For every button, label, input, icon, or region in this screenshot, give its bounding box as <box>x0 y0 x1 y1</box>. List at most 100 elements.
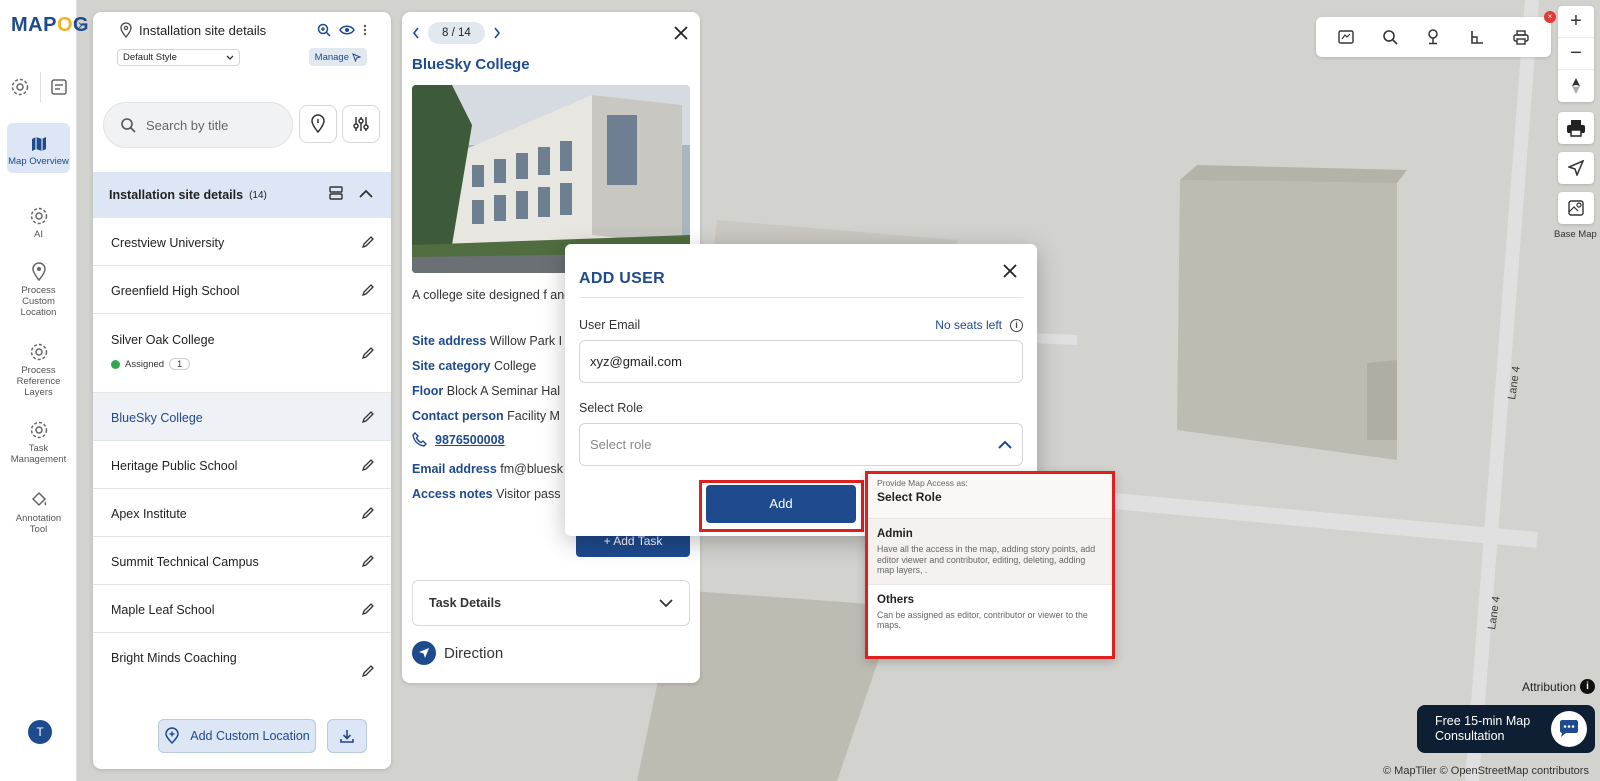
field-access-notes: Access notes Visitor pass <box>412 487 561 501</box>
list-item[interactable]: Summit Technical Campus <box>93 537 391 585</box>
user-email-label: User Email <box>579 318 641 332</box>
role-dropdown: Provide Map Access as: Select Role Admin… <box>865 471 1115 659</box>
list-item-selected[interactable]: BlueSky College <box>93 393 391 441</box>
manage-button[interactable]: Manage <box>308 48 367 66</box>
pin-icon[interactable] <box>1426 29 1440 45</box>
role-option-admin[interactable]: Admin Have all the access in the map, ad… <box>868 519 1112 585</box>
close-icon[interactable] <box>674 26 688 40</box>
page-indicator: 8 / 14 <box>428 22 485 44</box>
chevron-left-icon[interactable] <box>412 27 420 39</box>
paint-bucket-icon <box>31 491 46 507</box>
map-icon <box>31 137 46 151</box>
map-copyright[interactable]: © MapTiler © OpenStreetMap contributors <box>1383 765 1589 777</box>
role-option-others[interactable]: Others Can be assigned as editor, contri… <box>868 585 1112 639</box>
role-dropdown-header: Provide Map Access as: Select Role <box>868 474 1112 519</box>
status-dot <box>111 359 120 369</box>
list-item[interactable]: Bright Minds Coaching <box>93 633 391 693</box>
eye-icon[interactable] <box>339 24 355 36</box>
user-avatar[interactable]: T <box>28 720 52 744</box>
pencil-icon[interactable] <box>361 235 375 249</box>
table-view-icon[interactable] <box>329 186 343 200</box>
list-item[interactable]: Heritage Public School <box>93 441 391 489</box>
notification-badge: × <box>1544 11 1556 23</box>
status-badge: Assigned 1 <box>111 358 191 370</box>
group-count: (14) <box>249 189 267 201</box>
chevron-down-icon <box>659 598 673 607</box>
location-filter-button[interactable] <box>299 105 337 143</box>
phone-link[interactable]: 9876500008 <box>412 432 505 447</box>
base-map-button[interactable] <box>1558 192 1594 224</box>
attribution[interactable]: Attribution i <box>1522 679 1596 694</box>
pencil-icon[interactable] <box>361 506 375 520</box>
list-item[interactable]: Silver Oak College Assigned 1 <box>93 314 391 393</box>
search-icon[interactable] <box>1382 29 1398 45</box>
rail-process-custom-location[interactable]: Process Custom Location <box>7 262 70 318</box>
compass-icon[interactable] <box>1558 70 1594 102</box>
chevron-right-icon[interactable] <box>493 27 501 39</box>
pencil-icon[interactable] <box>361 283 375 297</box>
sliders-icon <box>353 117 369 131</box>
download-button[interactable] <box>327 719 367 753</box>
location-info-icon <box>311 114 325 134</box>
add-custom-location-button[interactable]: Add Custom Location <box>158 719 316 753</box>
location-pin-icon <box>31 262 46 282</box>
pencil-icon[interactable] <box>361 664 375 678</box>
locate-button[interactable] <box>1558 152 1594 184</box>
gear-icon <box>30 343 47 361</box>
left-rail: MAPOG Map Overview AI Process Custom Loc… <box>0 0 89 781</box>
rail-map-overview[interactable]: Map Overview <box>7 123 70 173</box>
print-icon[interactable] <box>1513 29 1529 45</box>
pager: 8 / 14 <box>412 22 501 44</box>
field-floor: Floor Block A Seminar Hal <box>412 384 560 398</box>
pencil-icon[interactable] <box>361 554 375 568</box>
list-item[interactable]: Greenfield High School <box>93 266 391 314</box>
more-vertical-icon[interactable] <box>363 24 367 36</box>
chevron-up-icon[interactable] <box>359 189 373 198</box>
chevron-right-icon[interactable]: › <box>78 16 83 32</box>
close-icon[interactable] <box>1003 264 1017 278</box>
pencil-icon[interactable] <box>361 602 375 616</box>
rail-task-management[interactable]: Task Management <box>7 420 70 465</box>
field-site-category: Site category College <box>412 359 537 373</box>
search-icon <box>121 118 136 133</box>
phone-icon <box>412 432 427 447</box>
zoom-to-layer-icon[interactable] <box>317 23 331 37</box>
add-button[interactable]: Add <box>706 485 856 523</box>
pencil-icon[interactable] <box>361 346 375 360</box>
consultation-banner[interactable]: Free 15-min Map Consultation <box>1417 705 1595 753</box>
list-item[interactable]: Maple Leaf School <box>93 585 391 633</box>
pencil-icon[interactable] <box>361 410 375 424</box>
list-item[interactable]: Crestview University <box>93 218 391 266</box>
select-role-label: Select Role <box>579 401 643 415</box>
style-select[interactable]: Default Style <box>117 49 240 66</box>
list-item[interactable]: Apex Institute <box>93 489 391 537</box>
measure-icon[interactable] <box>1469 29 1485 45</box>
location-add-icon <box>165 727 179 745</box>
map-book-icon[interactable] <box>1338 30 1354 44</box>
pencil-icon[interactable] <box>361 458 375 472</box>
gear-icon <box>30 207 47 225</box>
email-field[interactable]: xyz@gmail.com <box>579 340 1023 383</box>
zoom-controls: + − <box>1558 6 1594 102</box>
zoom-in-button[interactable]: + <box>1558 6 1594 38</box>
group-header[interactable]: Installation site details (14) <box>93 172 391 218</box>
field-site-address: Site address Willow Park I <box>412 334 563 348</box>
rail-process-reference-layers[interactable]: Process Reference Layers <box>7 342 70 398</box>
layer-title: Installation site details <box>139 22 267 38</box>
printer-icon <box>1567 120 1585 137</box>
download-icon <box>340 730 354 743</box>
print-map-button[interactable] <box>1558 112 1594 144</box>
form-icon[interactable] <box>50 78 68 96</box>
task-details-accordion[interactable]: Task Details <box>412 580 690 626</box>
base-map-label: Base Map <box>1554 229 1597 240</box>
chat-icon[interactable] <box>1551 711 1587 747</box>
rail-annotation-tool[interactable]: Annotation Tool <box>7 490 70 535</box>
direction-button[interactable]: Direction <box>412 641 503 665</box>
role-select[interactable]: Select role <box>579 423 1023 466</box>
zoom-out-button[interactable]: − <box>1558 38 1594 70</box>
info-icon[interactable]: i <box>1010 318 1023 332</box>
filter-settings-button[interactable] <box>342 105 380 143</box>
rail-ai[interactable]: AI <box>7 206 70 240</box>
settings-icon[interactable] <box>10 77 30 97</box>
search-input[interactable]: Search by title <box>103 102 293 148</box>
